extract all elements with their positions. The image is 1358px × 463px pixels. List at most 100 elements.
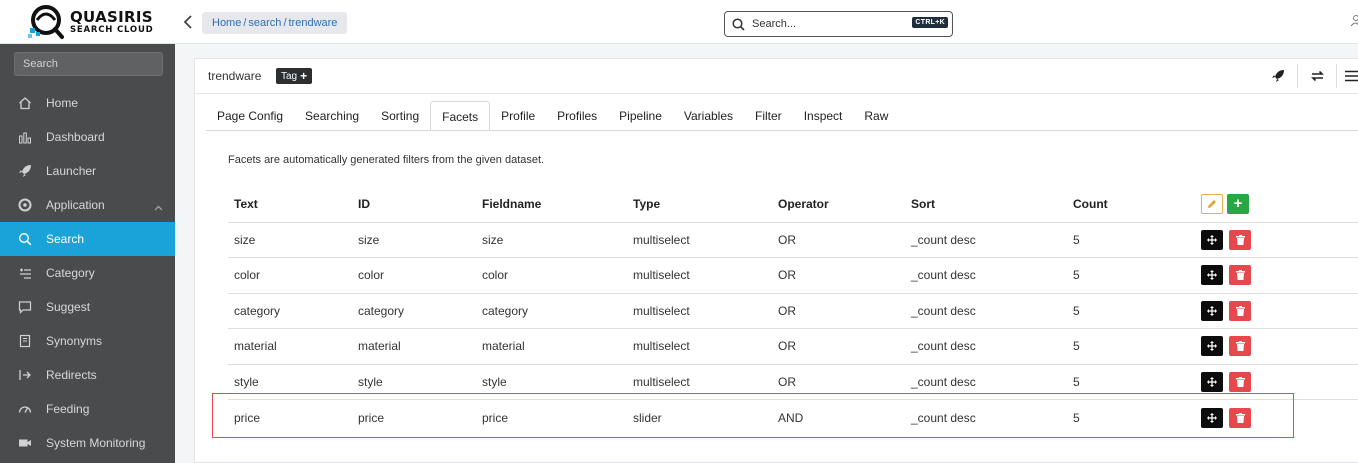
top-bar: QUASIRIS SEARCH CLOUD Home / search / tren… — [0, 0, 1358, 44]
cell-sort: _count desc — [905, 364, 1067, 400]
sidebar-search-input[interactable]: Search — [14, 52, 163, 76]
delete-button[interactable] — [1229, 300, 1251, 321]
add-tag-button[interactable]: Tag + — [276, 68, 313, 84]
cell-count: 5 — [1073, 410, 1080, 425]
cell-id: color — [352, 257, 476, 294]
trash-icon — [1235, 305, 1245, 316]
cell-sort: _count desc — [905, 222, 1067, 258]
cell-text: material — [228, 328, 352, 365]
sidebar-item-label: Suggest — [46, 300, 91, 314]
sidebar-item-dashboard[interactable]: Dashboard — [0, 120, 175, 154]
menu-icon[interactable] — [1345, 65, 1358, 87]
global-search-input[interactable]: Search... CTRL+K — [724, 11, 953, 37]
tab-inspect[interactable]: Inspect — [793, 101, 854, 131]
tab-filter[interactable]: Filter — [744, 101, 793, 131]
cell-id: category — [352, 293, 476, 329]
sidebar-item-synonyms[interactable]: Synonyms — [0, 324, 175, 358]
global-search-placeholder: Search... — [752, 18, 797, 30]
chevron-left-icon[interactable] — [182, 14, 196, 30]
move-icon — [1207, 305, 1217, 316]
tab-facets[interactable]: Facets — [430, 101, 491, 131]
cell-id: size — [352, 222, 476, 258]
application-icon — [17, 197, 33, 213]
cell-sort: _count desc — [905, 293, 1067, 329]
rocket-icon[interactable] — [1267, 65, 1289, 87]
tab-pipeline[interactable]: Pipeline — [608, 101, 673, 131]
cell-type: multiselect — [627, 328, 772, 365]
sidebar-item-category[interactable]: Category — [0, 256, 175, 290]
tab-profile[interactable]: Profile — [490, 101, 546, 131]
sidebar-item-label: Home — [46, 96, 79, 110]
cell-text: price — [234, 410, 261, 425]
sync-icon[interactable] — [1306, 65, 1328, 87]
column-header-id: ID — [352, 186, 476, 223]
sidebar-item-label: Search — [46, 232, 85, 246]
cell-fieldname: category — [476, 293, 627, 329]
move-button[interactable] — [1201, 229, 1223, 250]
trash-icon — [1235, 376, 1245, 387]
add-facet-button[interactable]: + — [1227, 193, 1249, 214]
move-icon — [1207, 412, 1217, 423]
trash-icon — [1235, 234, 1245, 245]
row-actions — [1195, 364, 1358, 400]
move-button[interactable] — [1201, 300, 1223, 321]
delete-button[interactable] — [1229, 336, 1251, 357]
move-button[interactable] — [1201, 407, 1223, 428]
move-icon — [1207, 234, 1217, 245]
move-button[interactable] — [1201, 265, 1223, 286]
cell-text: style — [228, 364, 352, 400]
sidebar-item-search[interactable]: Search — [0, 222, 175, 256]
tab-divider — [206, 130, 1358, 131]
cell-operator: OR — [772, 364, 905, 400]
move-button[interactable] — [1201, 371, 1223, 392]
move-icon — [1207, 376, 1217, 387]
row-actions — [1195, 293, 1358, 329]
delete-button[interactable] — [1229, 229, 1251, 250]
sidebar-item-feeding[interactable]: Feeding — [0, 392, 175, 426]
cell-sort: _count desc — [905, 328, 1067, 365]
sidebar-item-home[interactable]: Home — [0, 86, 175, 120]
facets-table: Text ID Fieldname Type Operator Sort Cou… — [228, 186, 1358, 435]
tab-sorting[interactable]: Sorting — [370, 101, 430, 131]
logo[interactable]: QUASIRIS SEARCH CLOUD — [0, 0, 175, 44]
tab-raw[interactable]: Raw — [853, 101, 899, 131]
breadcrumb-home[interactable]: Home — [212, 17, 241, 29]
divider — [1297, 64, 1298, 88]
chevron-up-icon[interactable] — [154, 200, 163, 214]
breadcrumb-trendware[interactable]: trendware — [289, 17, 338, 29]
sidebar-item-redirects[interactable]: Redirects — [0, 358, 175, 392]
table-row: material material material multiselect O… — [228, 328, 1358, 365]
cell-text: category — [228, 293, 352, 329]
book-icon — [17, 333, 33, 349]
delete-button[interactable] — [1229, 265, 1251, 286]
move-button[interactable] — [1201, 336, 1223, 357]
tab-profiles[interactable]: Profiles — [546, 101, 608, 131]
sidebar-item-system-monitoring[interactable]: System Monitoring — [0, 426, 175, 460]
sidebar-item-label: Launcher — [46, 164, 97, 178]
breadcrumb-search[interactable]: search — [248, 17, 281, 29]
cell-id: price — [358, 410, 385, 425]
table-row: category category category multiselect O… — [228, 293, 1358, 329]
cell-id: material — [352, 328, 476, 365]
cell-type: slider — [633, 410, 662, 425]
sidebar-item-launcher[interactable]: Launcher — [0, 154, 175, 188]
cell-type: multiselect — [627, 257, 772, 294]
user-icon[interactable] — [1350, 15, 1358, 30]
bar-chart-icon — [17, 129, 33, 145]
sidebar-item-application[interactable]: Application — [0, 188, 175, 222]
tab-variables[interactable]: Variables — [673, 101, 744, 131]
row-actions — [1195, 400, 1358, 436]
cell-count: 5 — [1067, 222, 1195, 258]
edit-button[interactable] — [1201, 193, 1223, 214]
sidebar-item-label: Dashboard — [46, 130, 105, 144]
move-icon — [1207, 341, 1217, 352]
cell-sort: _count desc — [905, 257, 1067, 294]
trash-icon — [1235, 270, 1245, 281]
delete-button[interactable] — [1229, 371, 1251, 392]
plus-icon: + — [1233, 195, 1243, 213]
tab-page-config[interactable]: Page Config — [206, 101, 294, 131]
delete-button[interactable] — [1229, 407, 1251, 428]
sidebar-item-suggest[interactable]: Suggest — [0, 290, 175, 324]
tab-searching[interactable]: Searching — [294, 101, 370, 131]
panel-actions — [1267, 64, 1358, 88]
